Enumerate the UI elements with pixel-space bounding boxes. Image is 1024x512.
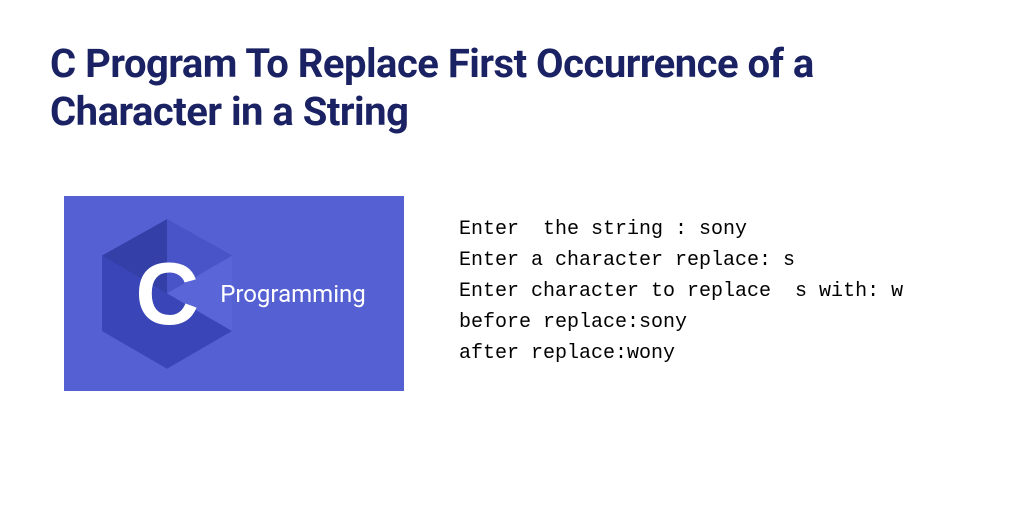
logo-inner: C Programming xyxy=(102,219,366,369)
output-line: before replace:sony xyxy=(459,311,687,334)
terminal-output: Enter the string : sony Enter a characte… xyxy=(459,196,903,369)
hexagon-badge: C xyxy=(102,219,232,369)
content-row: C Programming Enter the string : sony En… xyxy=(50,196,974,391)
c-programming-logo: C Programming xyxy=(64,196,404,391)
page-title: C Program To Replace First Occurrence of… xyxy=(50,40,974,136)
programming-label: Programming xyxy=(220,280,366,308)
output-line: Enter a character replace: s xyxy=(459,249,795,272)
output-line: Enter character to replace s with: w xyxy=(459,280,903,303)
output-line: after replace:wony xyxy=(459,342,675,365)
output-line: Enter the string : sony xyxy=(459,218,747,241)
c-letter: C xyxy=(135,243,199,345)
